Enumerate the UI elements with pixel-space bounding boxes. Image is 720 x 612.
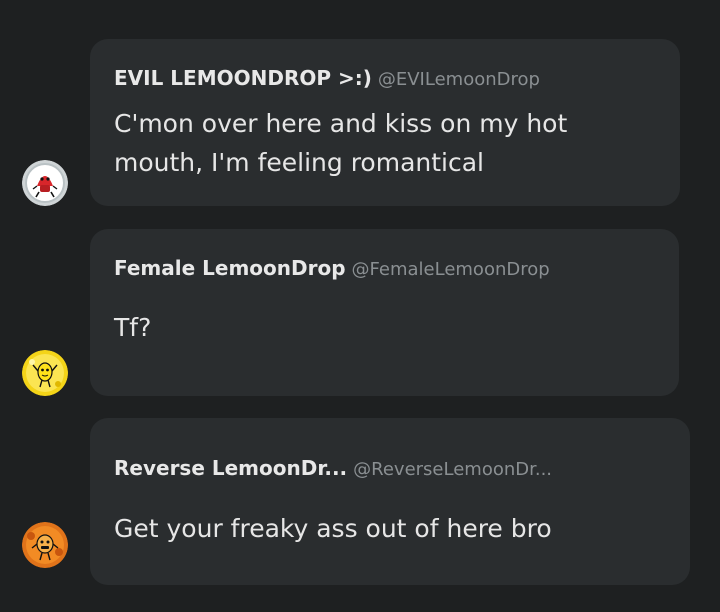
message-text: Get your freaky ass out of here bro	[114, 514, 552, 543]
evil-lemoondrop-avatar-icon	[22, 160, 68, 206]
reverse-lemoondrop-avatar-icon	[22, 522, 68, 568]
message-header: Reverse LemoonDr... @ReverseLemoonDr...	[114, 456, 670, 480]
author-handle[interactable]: @EVILemoonDrop	[378, 69, 540, 90]
author-handle[interactable]: @ReverseLemoonDr...	[353, 459, 552, 480]
message-header: Female LemoonDrop @FemaleLemoonDrop	[114, 256, 659, 280]
message-bubble[interactable]: Female LemoonDrop @FemaleLemoonDrop Tf?	[90, 229, 679, 396]
author-name[interactable]: Female LemoonDrop	[114, 256, 346, 280]
avatar[interactable]	[22, 522, 68, 568]
message-text: Tf?	[114, 313, 152, 342]
avatar[interactable]	[22, 160, 68, 206]
message-header: EVIL LEMOONDROP >:) @EVILemoonDrop	[114, 66, 660, 90]
message-bubble[interactable]: EVIL LEMOONDROP >:) @EVILemoonDrop C'mon …	[90, 39, 680, 206]
female-lemoondrop-avatar-icon	[22, 350, 68, 396]
avatar[interactable]	[22, 350, 68, 396]
author-name[interactable]: EVIL LEMOONDROP >:)	[114, 66, 372, 90]
message-text: C'mon over here and kiss on my hot mouth…	[114, 109, 568, 177]
author-name[interactable]: Reverse LemoonDr...	[114, 456, 347, 480]
message-bubble[interactable]: Reverse LemoonDr... @ReverseLemoonDr... G…	[90, 418, 690, 585]
author-handle[interactable]: @FemaleLemoonDrop	[352, 259, 550, 280]
